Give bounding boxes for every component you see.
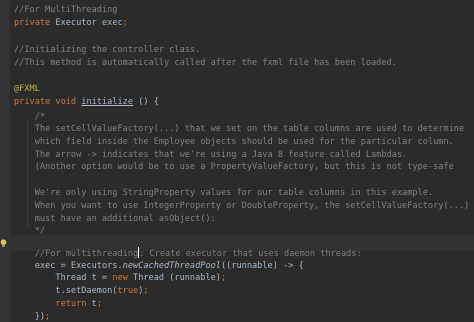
code-token: : Create executor that uses daemon threa… xyxy=(139,249,362,259)
code-line[interactable]: @FXML xyxy=(14,83,40,96)
code-token: ; xyxy=(45,312,51,322)
code-token: @FXML xyxy=(14,84,40,94)
code-line[interactable]: (Another option would be to use a Proper… xyxy=(14,161,454,174)
code-line[interactable]: The setCellValueFactory(...) that we set… xyxy=(14,123,464,136)
code-token: exec = Executors. xyxy=(14,261,123,271)
code-line[interactable]: return t; xyxy=(14,298,102,311)
code-line[interactable]: */ xyxy=(14,225,45,238)
code-line[interactable]: When you want to use IntegerProperty or … xyxy=(14,200,470,213)
code-line[interactable]: private void initialize () { xyxy=(14,96,159,109)
code-token: which field inside the Employee objects … xyxy=(14,137,454,147)
code-line[interactable]: }); xyxy=(14,311,51,322)
code-token: */ xyxy=(14,226,46,236)
code-token: ((runnable) -> { xyxy=(220,261,304,271)
code-token: //For multithreading xyxy=(14,249,139,259)
code-token: t.setDaemon( xyxy=(14,286,118,296)
code-line[interactable]: We're only using StringProperty values f… xyxy=(14,187,433,200)
code-line[interactable]: private Executor exec; xyxy=(14,17,128,30)
code-token: private xyxy=(14,18,56,28)
code-token: ; xyxy=(143,286,149,296)
code-token: (Another option would be to use a Proper… xyxy=(14,162,454,172)
code-token: newCachedThreadPool xyxy=(122,261,221,271)
code-token: The arrow -> indicates that we're using … xyxy=(14,150,408,160)
code-token: ; xyxy=(96,299,102,309)
code-area[interactable]: //For MultiThreading private Executor exe… xyxy=(0,0,474,322)
code-token: private xyxy=(14,97,56,107)
code-token: We're only using StringProperty values f… xyxy=(14,188,434,198)
code-token: return xyxy=(55,299,92,309)
code-token: void xyxy=(55,97,82,107)
code-line[interactable]: //For multithreading: Create executor th… xyxy=(14,247,362,260)
code-editor[interactable]: //For MultiThreading private Executor exe… xyxy=(0,0,474,322)
code-token: must have an additional asObject(): xyxy=(14,214,216,224)
code-line[interactable]: //This method is automatically called af… xyxy=(14,57,397,70)
code-token: //For MultiThreading xyxy=(14,5,118,15)
code-token: true xyxy=(117,286,139,296)
code-line[interactable]: t.setDaemon(true); xyxy=(14,285,149,298)
code-line[interactable]: //For MultiThreading xyxy=(14,4,117,17)
code-line[interactable]: which field inside the Employee objects … xyxy=(14,136,454,149)
code-token: }) xyxy=(14,312,46,322)
code-line[interactable]: //Initializing the controller class. xyxy=(14,44,200,57)
code-token: initialize xyxy=(81,97,134,107)
code-token: The setCellValueFactory(...) that we set… xyxy=(14,124,465,134)
code-token: ; xyxy=(220,273,227,283)
code-token: //Initializing the controller class. xyxy=(14,45,201,55)
code-token: /* xyxy=(14,112,46,122)
code-token: Thread (runnable) xyxy=(133,273,221,283)
code-token: ; xyxy=(122,18,128,28)
code-token: //This method is automatically called af… xyxy=(14,58,397,68)
code-line[interactable]: Thread t = new Thread (runnable); xyxy=(14,272,226,285)
code-token: When you want to use IntegerProperty or … xyxy=(14,201,470,211)
code-token: () { xyxy=(133,97,159,107)
code-token: Thread t = xyxy=(14,273,113,283)
code-token: Executor exec xyxy=(55,18,123,28)
code-token: new xyxy=(112,273,134,283)
